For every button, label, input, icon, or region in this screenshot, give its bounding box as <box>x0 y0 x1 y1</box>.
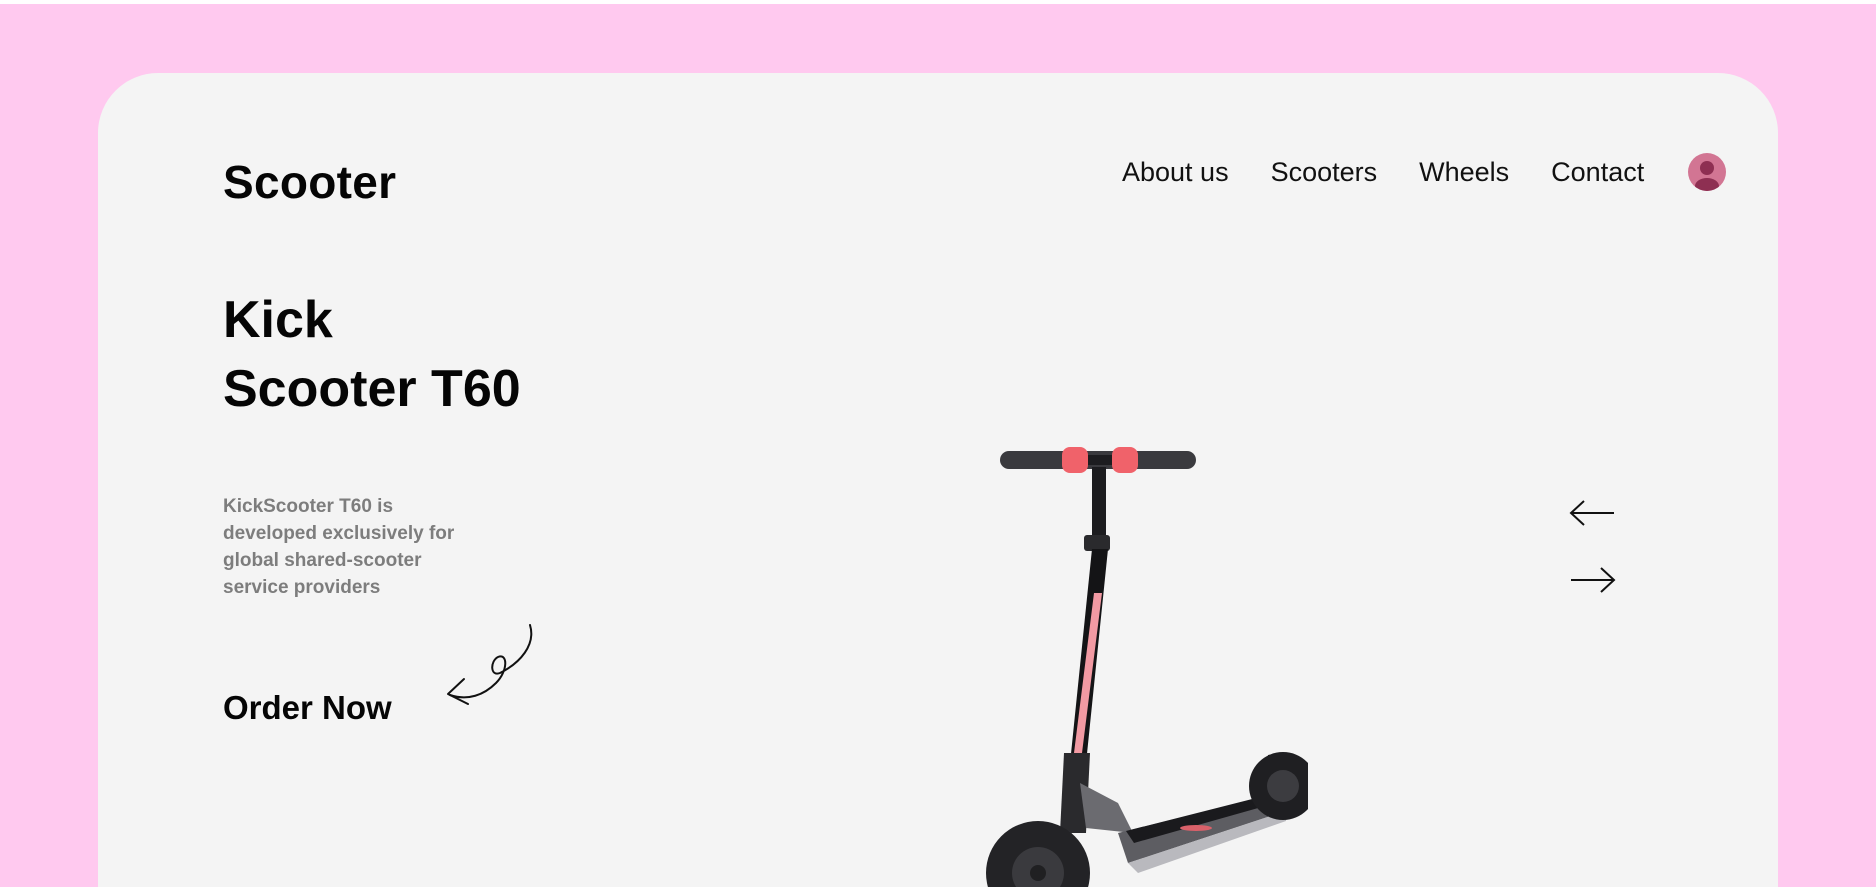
arrow-right-icon[interactable] <box>1568 565 1618 595</box>
hero-card: Scooter About us Scooters Wheels Contact… <box>98 73 1778 887</box>
curly-arrow-icon <box>447 624 533 705</box>
nav-item-wheels[interactable]: Wheels <box>1419 157 1509 188</box>
nav-item-scooters[interactable]: Scooters <box>1271 157 1378 188</box>
nav-item-about-us[interactable]: About us <box>1122 157 1229 188</box>
arrow-left-svg <box>1569 500 1614 526</box>
arrow-right-svg <box>1571 567 1616 593</box>
scooter-image <box>986 447 1308 887</box>
hero-title-line-2: Scooter T60 <box>223 360 521 418</box>
user-icon <box>1695 161 1720 191</box>
hero-title: Kick Scooter T60 <box>223 286 521 424</box>
hero-title-line-1: Kick <box>223 291 333 349</box>
order-now-button[interactable]: Order Now <box>223 689 392 727</box>
hero-description: KickScooter T60 is developed exclusively… <box>223 496 455 598</box>
main-nav: About us Scooters Wheels Contact <box>1122 153 1727 191</box>
arrow-left-icon[interactable] <box>1568 498 1618 528</box>
brand-logo[interactable]: Scooter <box>223 155 396 209</box>
user-avatar[interactable] <box>1688 153 1727 191</box>
top-strip <box>0 0 1876 4</box>
nav-item-contact[interactable]: Contact <box>1551 157 1644 188</box>
